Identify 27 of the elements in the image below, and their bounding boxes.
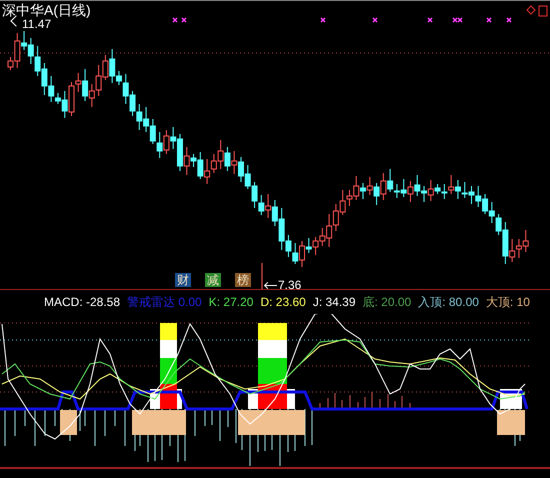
high-price-label: 11.47 — [22, 18, 52, 30]
cross-marker-icon — [427, 17, 433, 23]
cross-marker-icon — [320, 17, 326, 23]
indicator-value: 大顶: 10 — [486, 294, 530, 311]
cross-marker-icon — [172, 17, 178, 23]
indicator-value: 入顶: 80.00 — [418, 294, 479, 311]
signal-badge: 财 — [175, 273, 191, 287]
indicator-value: J: 34.39 — [312, 294, 356, 311]
square-icon[interactable] — [538, 5, 548, 17]
zone-block — [60, 410, 77, 435]
zone-block — [497, 410, 525, 435]
cross-marker-icon — [486, 17, 492, 23]
indicator-value: MACD: -28.58 — [44, 294, 120, 311]
indicator-value: 警戒雷达 0.00 — [127, 294, 202, 311]
indicator-value: D: 23.60 — [260, 294, 306, 311]
chart-title: 深中华A(日线) — [2, 3, 91, 17]
cross-marker-icon — [372, 17, 378, 23]
indicator-value: 底: 20.00 — [362, 294, 412, 311]
signal-badge: 减 — [205, 273, 221, 287]
low-price-label: 7.36 — [278, 279, 302, 291]
diamond-icon[interactable] — [526, 5, 536, 17]
indicator-value: K: 27.20 — [208, 294, 254, 311]
zone-block — [132, 410, 186, 435]
zone-block — [238, 410, 305, 435]
signal-badge: 榜 — [235, 273, 251, 287]
cross-marker-icon — [506, 17, 512, 23]
cross-marker-icon — [181, 17, 187, 23]
